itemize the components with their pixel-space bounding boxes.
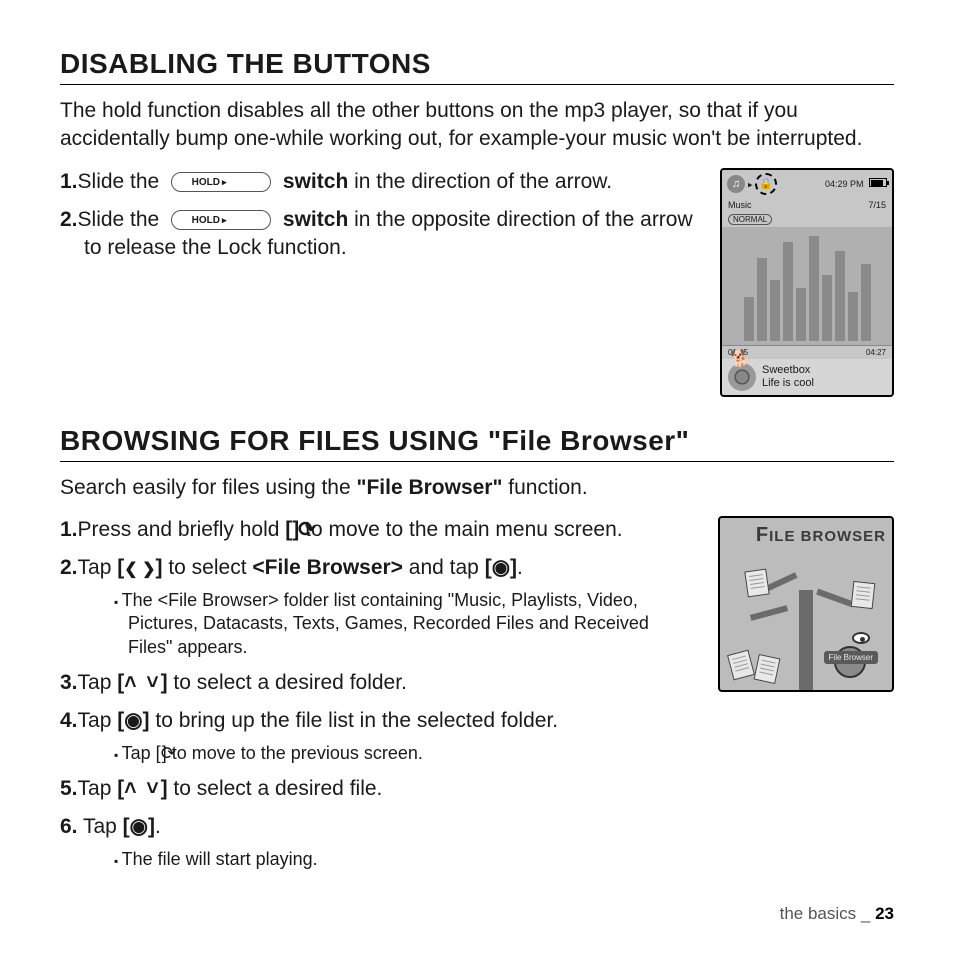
- player-total: 04:27: [866, 348, 886, 357]
- step-b3: 3.Tap [] to select a desired folder.: [60, 669, 698, 697]
- player-music-label: Music: [728, 200, 752, 210]
- track-title: Life is cool: [762, 377, 814, 390]
- page-icon: [744, 569, 769, 598]
- hold-switch-icon: HOLD: [171, 172, 271, 192]
- file-browser-mock: FILE BROWSER File Browser: [718, 516, 894, 692]
- step-1: 1.Slide the HOLD switch in the direction…: [60, 168, 700, 196]
- track-artist: Sweetbox: [762, 364, 814, 377]
- left-right-icon: []: [117, 556, 162, 579]
- step-b6-sub: The file will start playing.: [114, 848, 698, 871]
- heading-browsing: BROWSING FOR FILES USING "File Browser": [60, 425, 894, 462]
- step-b6: 6. Tap []. The file will start playing.: [60, 813, 698, 871]
- hold-switch-icon: HOLD: [171, 210, 271, 230]
- player-mode: NORMAL: [728, 214, 772, 225]
- center-icon: []: [485, 556, 517, 579]
- back-icon: [161, 743, 162, 763]
- step-b5: 5.Tap [] to select a desired file.: [60, 775, 698, 803]
- up-down-icon: []: [117, 777, 167, 800]
- back-icon: []: [285, 518, 299, 541]
- player-time: 04:29 PM: [825, 179, 864, 189]
- center-icon: []: [123, 815, 155, 838]
- page-icon: [754, 654, 781, 684]
- battery-icon: [869, 178, 887, 187]
- page-footer: the basics _ 23: [780, 904, 894, 924]
- tree-graphic: File Browser: [720, 540, 892, 690]
- mp3-player-mock: ♫ ▸ 🔒 04:29 PM Music 7/15 NORMAL 01:45: [720, 168, 894, 397]
- up-down-icon: []: [117, 671, 167, 694]
- center-icon: []: [117, 709, 149, 732]
- step-2: 2.Slide the HOLD switch in the opposite …: [60, 206, 700, 263]
- page-icon: [727, 650, 755, 681]
- music-note-icon: ♫: [727, 175, 745, 193]
- step-b2-sub: The <File Browser> folder list containin…: [114, 589, 698, 659]
- step-b2: 2.Tap [] to select <File Browser> and ta…: [60, 554, 698, 659]
- heading-disabling: DISABLING THE BUTTONS: [60, 48, 894, 85]
- intro-disabling: The hold function disables all the other…: [60, 97, 894, 154]
- step-b4-sub: Tap [] to move to the previous screen.: [114, 742, 698, 765]
- intro-browsing: Search easily for files using the "File …: [60, 474, 894, 502]
- player-track-index: 7/15: [868, 200, 886, 210]
- step-b1: 1.Press and briefly hold [] to move to t…: [60, 516, 698, 544]
- step-b4: 4.Tap [] to bring up the file list in th…: [60, 707, 698, 765]
- album-disc-icon: [728, 363, 756, 391]
- steps-browsing: 1.Press and briefly hold [] to move to t…: [60, 516, 698, 871]
- equalizer-graphic: [722, 227, 892, 345]
- page-icon: [851, 581, 876, 609]
- fb-label: File Browser: [824, 651, 878, 664]
- steps-disabling: 1.Slide the HOLD switch in the direction…: [60, 168, 700, 263]
- lock-icon: 🔒: [755, 173, 777, 195]
